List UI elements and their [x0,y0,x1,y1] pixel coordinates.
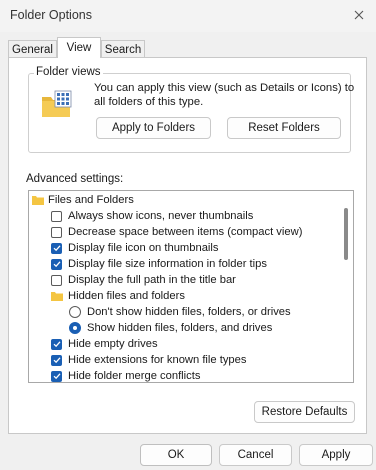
checkbox-display-file-icon[interactable]: Display file icon on thumbnails [51,240,219,256]
checkmark-icon [53,261,60,268]
checkbox-checked[interactable] [51,354,62,366]
list-item-files-and-folders[interactable]: Files and Folders [32,192,134,208]
reset-folders-label: Reset Folders [248,122,320,134]
checkbox[interactable] [51,210,62,222]
radio-button-selected[interactable] [69,322,81,334]
cancel-button[interactable]: Cancel [219,444,292,466]
checkbox-checked[interactable] [51,370,62,382]
apply-label: Apply [321,449,351,461]
checkbox-always-show-icons[interactable]: Always show icons, never thumbnails [51,208,253,224]
checkmark-icon [53,373,60,380]
scrollbar-thumb[interactable] [344,208,348,260]
checkbox[interactable] [51,274,62,286]
ok-label: OK [167,449,185,461]
tab-general[interactable]: General [8,40,57,58]
checkmark-icon [53,341,60,348]
cancel-label: Cancel [237,449,274,461]
list-item-label: Display file size information in folder … [68,258,267,270]
tab-search[interactable]: Search [101,40,145,58]
list-item-label: Don't show hidden files, folders, or dri… [87,306,291,318]
radio-button[interactable] [69,306,81,318]
folder-icon [32,196,44,205]
list-item-label: Hide folder merge conflicts [68,370,201,382]
folder-views-description-1: You can apply this view (such as Details… [94,82,355,94]
checkmark-icon [53,357,60,364]
folder-views-description-2: all folders of this type. [94,96,204,108]
list-item-label: Always show icons, never thumbnails [68,210,254,222]
list-item-hidden-files-and-folders[interactable]: Hidden files and folders [51,288,185,304]
close-button[interactable] [348,4,370,26]
radio-show-hidden[interactable]: Show hidden files, folders, and drives [69,320,272,336]
list-item-label: Files and Folders [48,194,134,206]
ok-button[interactable]: OK [140,444,212,466]
window-title: Folder Options [10,8,92,22]
folder-view-icon [40,88,74,123]
list-item-label: Show hidden files, folders, and drives [87,322,273,334]
folder-icon [51,292,63,301]
tab-view-label: View [66,42,92,54]
advanced-settings-list[interactable]: Files and Folders Always show icons, nev… [28,190,354,383]
checkbox-display-file-size[interactable]: Display file size information in folder … [51,256,267,272]
checkbox[interactable] [51,226,62,238]
list-item-label: Hide empty drives [68,338,158,350]
list-item-label: Hide extensions for known file types [68,354,247,366]
checkbox-decrease-space[interactable]: Decrease space between items (compact vi… [51,224,302,240]
checkbox-checked[interactable] [51,242,62,254]
checkbox-checked[interactable] [51,338,62,350]
folder-views-legend: Folder views [34,66,103,78]
radio-dont-show-hidden[interactable]: Don't show hidden files, folders, or dri… [69,304,291,320]
apply-button[interactable]: Apply [299,444,373,466]
list-item-label: Hidden files and folders [68,290,185,302]
restore-defaults-button[interactable]: Restore Defaults [254,401,355,423]
apply-to-folders-label: Apply to Folders [111,122,196,134]
restore-defaults-label: Restore Defaults [261,406,348,418]
checkmark-icon [53,245,60,252]
checkbox-hide-empty-drives[interactable]: Hide empty drives [51,336,158,352]
list-item-label: Display the full path in the title bar [68,274,236,286]
list-item-label: Decrease space between items (compact vi… [68,226,303,238]
tab-general-label: General [12,43,53,56]
tab-view[interactable]: View [57,37,101,58]
checkbox-checked[interactable] [51,258,62,270]
apply-to-folders-button[interactable]: Apply to Folders [96,117,211,139]
list-item-label: Display file icon on thumbnails [68,242,219,254]
advanced-settings-label: Advanced settings: [26,173,124,185]
checkbox-display-full-path[interactable]: Display the full path in the title bar [51,272,236,288]
tab-search-label: Search [104,43,142,56]
checkbox-hide-merge-conflicts[interactable]: Hide folder merge conflicts [51,368,201,382]
reset-folders-button[interactable]: Reset Folders [227,117,341,139]
close-icon [354,10,364,20]
checkbox-hide-extensions[interactable]: Hide extensions for known file types [51,352,246,368]
